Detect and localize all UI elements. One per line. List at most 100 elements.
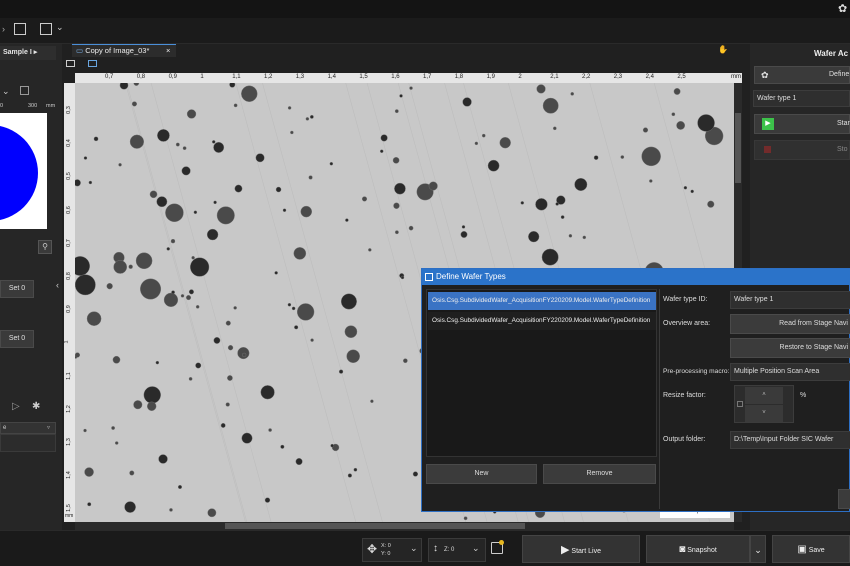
particle <box>380 134 388 142</box>
particle <box>155 360 160 365</box>
stepper-down-button[interactable]: ˅ <box>745 405 783 422</box>
particle <box>462 97 472 107</box>
x-readout: X: 0 <box>381 543 391 549</box>
set0-button-2[interactable]: Set 0 <box>0 330 34 348</box>
pan-hand-icon[interactable]: ✋ <box>718 45 728 54</box>
particle <box>353 467 358 472</box>
new-button[interactable]: New <box>426 464 537 484</box>
particle <box>481 133 486 138</box>
particle <box>282 208 287 212</box>
particle <box>275 186 282 193</box>
particle <box>297 303 315 321</box>
layout-icon[interactable] <box>40 23 52 35</box>
stepper-up-button[interactable]: ˄ <box>745 387 783 404</box>
chevron-right-icon: ▸ <box>33 49 38 56</box>
mini-ruler-start: 0 <box>0 103 4 109</box>
copy-icon[interactable] <box>20 86 29 95</box>
snapshot-options-button[interactable]: ⌄ <box>750 535 766 563</box>
z-position[interactable]: ↕ Z: 0 ⌄ <box>428 538 486 562</box>
particle <box>642 127 649 133</box>
particle <box>412 471 419 477</box>
particle <box>166 247 170 251</box>
particle <box>582 235 587 240</box>
ruler-y-tick: 1,4 <box>65 471 72 480</box>
list-item[interactable]: Osis.Csg.SubdividedWafer_AcquisitionFY22… <box>428 292 656 310</box>
wafer-type-id-field[interactable]: Wafer type 1 <box>730 291 850 309</box>
resize-factor-stepper[interactable]: ˄ ˅ <box>734 385 794 423</box>
particle <box>114 441 119 445</box>
particle <box>225 402 230 407</box>
scroll-thumb-h[interactable] <box>225 523 525 529</box>
preprocessing-macro-select[interactable]: Multiple Position Scan Area <box>730 363 850 381</box>
start-live-button[interactable]: ▶ Start Live <box>522 535 640 563</box>
particle <box>84 467 94 477</box>
particle <box>310 338 314 342</box>
list-item[interactable]: Osis.Csg.SubdividedWafer_AcquisitionFY22… <box>428 312 656 330</box>
play-icon[interactable]: ▷ <box>12 401 20 412</box>
ruler-x-tick: 1,3 <box>295 74 305 80</box>
scroll-thumb[interactable] <box>735 113 741 183</box>
viewer-tab[interactable]: ▭ Copy of Image_03* × <box>72 44 176 57</box>
tab-sample[interactable]: Sample I ▸ <box>0 46 56 60</box>
particle <box>83 428 87 433</box>
image-icon: ▭ <box>76 46 84 55</box>
ruler-x-tick: 0,9 <box>168 74 177 80</box>
xy-position[interactable]: ✥ X: 0 Y: 0 ⌄ <box>362 538 422 562</box>
wafer-type-select[interactable]: Wafer type 1 <box>753 90 850 107</box>
list-header: e ▿ <box>0 422 56 434</box>
particle <box>671 112 676 117</box>
particle <box>163 292 179 307</box>
particle <box>133 83 140 86</box>
fit-view-icon[interactable] <box>14 23 26 35</box>
define-button[interactable]: ✿ Define <box>754 66 850 84</box>
tab-sample-label: Sample I <box>3 49 32 56</box>
restore-to-stage-button[interactable]: Restore to Stage Navi <box>730 338 850 358</box>
particle <box>169 508 173 512</box>
dialog-title-bar[interactable]: Define Wafer Types <box>422 269 850 285</box>
chevron-left-icon[interactable]: ‹ <box>56 280 59 290</box>
read-from-stage-button[interactable]: Read from Stage Navi <box>730 314 850 334</box>
save-button[interactable]: ▣ Save <box>772 535 850 563</box>
particle <box>428 181 438 191</box>
particle <box>191 256 195 260</box>
particle <box>220 423 226 428</box>
stop-icon <box>764 146 771 153</box>
stage-settings-icon[interactable] <box>491 540 504 554</box>
particle <box>182 146 187 151</box>
particle <box>193 210 198 214</box>
particle <box>135 252 153 270</box>
settings-icon[interactable]: ✿ <box>838 2 847 15</box>
particle <box>268 428 272 432</box>
gear-icon: ✿ <box>761 70 769 80</box>
horizontal-scrollbar[interactable] <box>75 522 734 530</box>
chevron-down-icon[interactable]: ⌄ <box>410 543 418 554</box>
output-folder-field[interactable]: D:\Temp\Input Folder SIC Wafer <box>730 431 850 449</box>
wafer-type-list[interactable]: Osis.Csg.SubdividedWafer_AcquisitionFY22… <box>426 289 657 457</box>
remove-button[interactable]: Remove <box>543 464 656 484</box>
ruler-vertical: mm 0,3 0,4 0,5 0,6 0,7 0,8 0,9 1 1,1 1,2 1,3 1,4 1,5 <box>64 83 75 522</box>
ruler-y-tick: 0,8 <box>65 272 72 280</box>
bottom-bar: ✥ X: 0 Y: 0 ⌄ ↕ Z: 0 ⌄ ▶ Start Live ◙ Sn… <box>0 530 850 566</box>
particle <box>87 502 92 507</box>
z-readout: Z: 0 <box>444 547 455 553</box>
close-icon[interactable]: × <box>166 45 170 57</box>
chevron-down-icon[interactable]: ⌄ <box>2 86 10 97</box>
settings-icon[interactable]: ✱ <box>32 401 40 412</box>
snapshot-button[interactable]: ◙ Snapshot <box>646 535 750 563</box>
filter-icon[interactable]: ▿ <box>47 423 50 433</box>
particle <box>542 97 559 114</box>
set0-button-1[interactable]: Set 0 <box>0 280 34 298</box>
ruler-x-tick: 2,4 <box>645 74 654 80</box>
viewer-tool-2-icon[interactable] <box>88 60 97 67</box>
dialog-ok-button[interactable] <box>838 489 850 509</box>
wafer-overview[interactable] <box>0 113 47 229</box>
particle <box>536 84 546 94</box>
chevron-down-icon[interactable]: ⌄ <box>472 543 480 554</box>
arrow-icon[interactable]: › <box>2 24 5 34</box>
viewer-tool-1-icon[interactable] <box>66 60 75 67</box>
chevron-down-icon[interactable]: ⌄ <box>56 22 64 33</box>
particle <box>212 140 216 144</box>
stop-button[interactable]: Sto <box>754 140 850 160</box>
zoom-icon[interactable]: ⚲ <box>38 240 52 254</box>
start-button[interactable]: ▶ Star <box>754 114 850 134</box>
